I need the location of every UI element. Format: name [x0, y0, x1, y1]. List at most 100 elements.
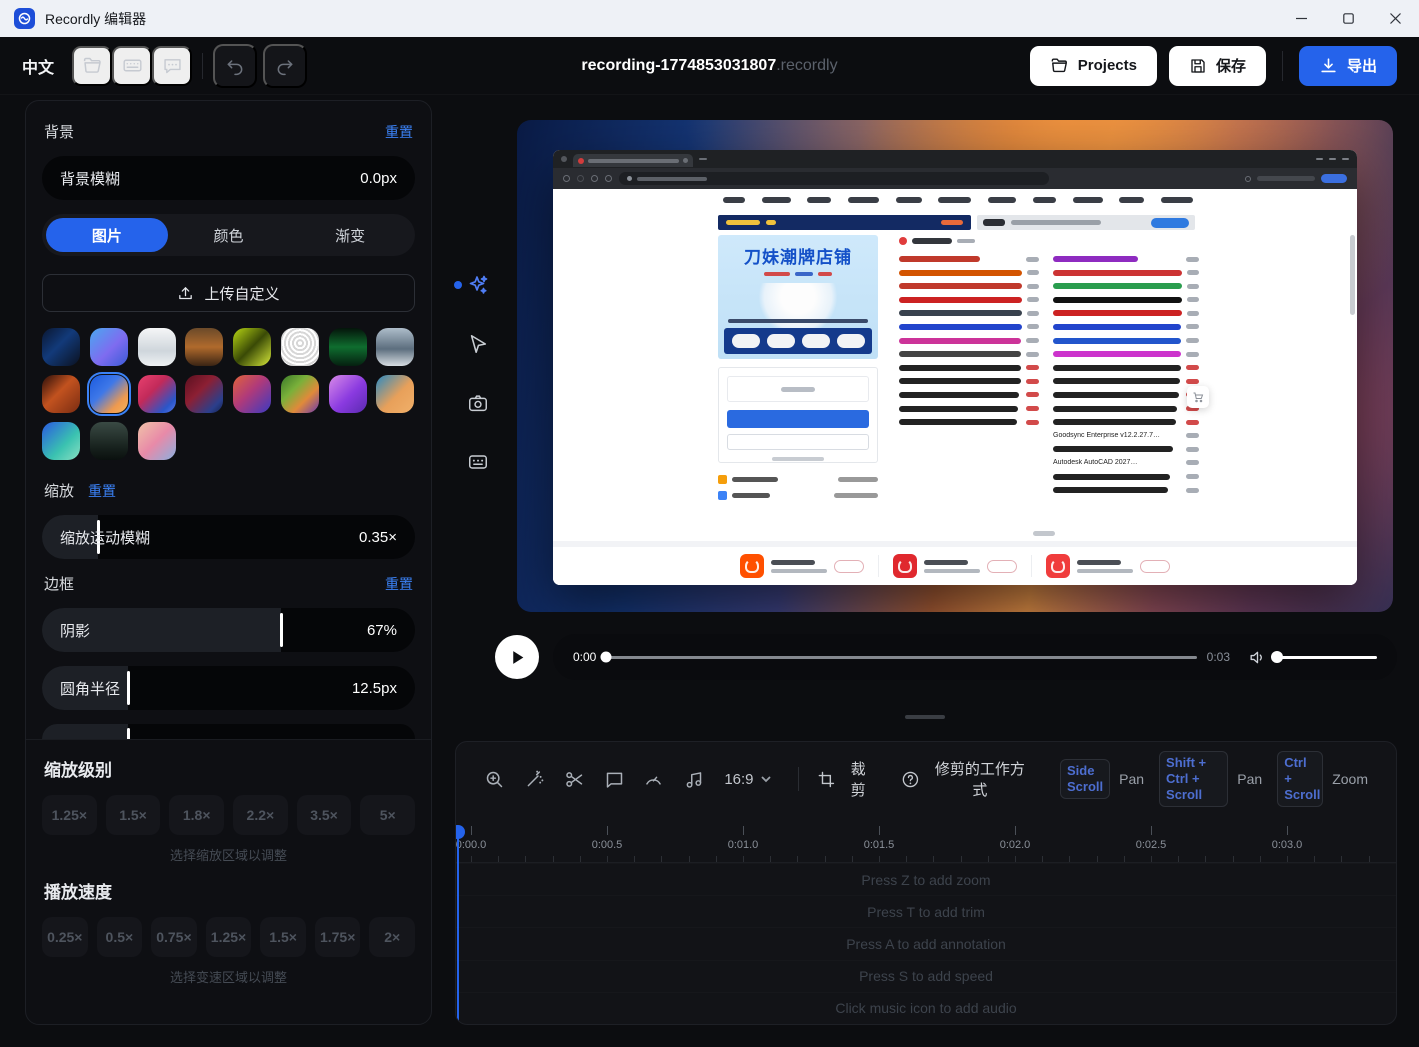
- open-project-folder-button[interactable]: [72, 46, 112, 86]
- close-button[interactable]: [1372, 0, 1419, 37]
- border-section-title: 边框: [44, 573, 74, 594]
- product-link-row: [1053, 473, 1199, 481]
- background-thumbnail-white-fingerprint[interactable]: [281, 328, 319, 366]
- language-button[interactable]: 中文: [22, 54, 54, 78]
- background-thumbnail-pink-blue-wave[interactable]: [138, 375, 176, 413]
- playback-speed-option-2[interactable]: 0.75×: [151, 917, 197, 957]
- playback-speed-option-3[interactable]: 1.25×: [206, 917, 252, 957]
- background-thumbnail-green-orange-ridge[interactable]: [281, 375, 319, 413]
- background-thumbnail-winter-lake[interactable]: [376, 328, 414, 366]
- undo-button[interactable]: [213, 44, 257, 88]
- zoom-level-option-1[interactable]: 1.5×: [106, 795, 161, 835]
- tab-background-2[interactable]: 渐变: [289, 218, 411, 252]
- background-thumbnail-matrix-green[interactable]: [329, 328, 367, 366]
- trim-help-button[interactable]: 修剪的工作方式: [901, 758, 1032, 800]
- border-reset-link[interactable]: 重置: [385, 574, 413, 594]
- background-thumbnail-city-aerial-orange[interactable]: [185, 328, 223, 366]
- play-button[interactable]: [495, 635, 539, 679]
- feedback-chat-button[interactable]: [152, 46, 192, 86]
- background-thumbnail-purple-orange-dusk[interactable]: [233, 375, 271, 413]
- camera-icon[interactable]: [458, 390, 498, 416]
- playback-speed-option-4[interactable]: 1.5×: [260, 917, 306, 957]
- product-link-bar: [1053, 270, 1182, 276]
- active-indicator-dot: [454, 281, 462, 289]
- background-thumbnail-dark-red-blue-wave[interactable]: [185, 375, 223, 413]
- playback-speed-option-6[interactable]: 2×: [369, 917, 415, 957]
- music-icon[interactable]: [677, 762, 711, 796]
- zoom-level-option-2[interactable]: 1.8×: [169, 795, 224, 835]
- volume-slider[interactable]: [1277, 656, 1377, 659]
- background-thumbnail-violet-bloom[interactable]: [329, 375, 367, 413]
- keyboard-shortcuts-button[interactable]: [112, 46, 152, 86]
- clipped-slider[interactable]: [42, 724, 415, 739]
- zoom-motion-blur-slider[interactable]: 缩放运动模糊 0.35×: [42, 515, 415, 559]
- crop-label: 裁剪: [843, 758, 873, 800]
- playback-speed-option-0[interactable]: 0.25×: [42, 917, 88, 957]
- upload-custom-button[interactable]: 上传自定义: [42, 274, 415, 312]
- cursor-icon[interactable]: [458, 331, 498, 357]
- export-button[interactable]: 导出: [1299, 46, 1397, 86]
- save-button[interactable]: 保存: [1169, 46, 1266, 86]
- background-thumbnail-orange-petals[interactable]: [42, 375, 80, 413]
- store-banner-title: 刀妹潮牌店铺: [718, 243, 878, 268]
- new-tab-plus: [699, 158, 707, 160]
- playback-speed-option-5[interactable]: 1.75×: [315, 917, 361, 957]
- product-link-bar: [1053, 487, 1168, 493]
- background-thumbnail-blue-orange-aurora[interactable]: [90, 375, 128, 413]
- volume-icon[interactable]: [1248, 648, 1267, 667]
- background-thumbnail-blue-teal-flow[interactable]: [42, 422, 80, 460]
- corner-radius-slider[interactable]: 圆角半径 12.5px: [42, 666, 415, 710]
- crop-button[interactable]: 裁剪: [817, 758, 874, 800]
- ai-effects-icon[interactable]: [458, 272, 498, 298]
- aspect-ratio-dropdown[interactable]: 16:9: [724, 771, 771, 788]
- product-price-bar: [1186, 352, 1199, 357]
- store-banner-products: [724, 328, 872, 354]
- filename-base: recording-1774853031807: [581, 57, 776, 74]
- zoom-reset-link[interactable]: 重置: [88, 481, 116, 501]
- background-thumbnail-dark-mountains[interactable]: [90, 422, 128, 460]
- project-filename[interactable]: recording-1774853031807.recordly: [581, 57, 837, 75]
- annotation-icon[interactable]: [597, 762, 631, 796]
- background-reset-link[interactable]: 重置: [385, 122, 413, 142]
- export-label: 导出: [1347, 55, 1377, 76]
- seek-knob[interactable]: [601, 652, 612, 663]
- footer-coupon-button: [1140, 560, 1170, 573]
- speed-gauge-icon[interactable]: [637, 762, 671, 796]
- captions-icon[interactable]: [458, 449, 498, 475]
- add-zoom-icon[interactable]: [478, 762, 512, 796]
- background-blur-slider[interactable]: 背景模糊 0.0px: [42, 156, 415, 200]
- ruler-minor-tick: [716, 856, 717, 862]
- video-preview-canvas[interactable]: 刀妹潮牌店铺: [517, 120, 1393, 612]
- tab-background-1[interactable]: 颜色: [168, 218, 290, 252]
- site-nav-link: [1161, 197, 1193, 203]
- background-thumbnail-lime-abstract[interactable]: [233, 328, 271, 366]
- zoom-level-option-0[interactable]: 1.25×: [42, 795, 97, 835]
- background-thumbnail-pastel-clouds[interactable]: [138, 422, 176, 460]
- promo-banner-gray: [977, 215, 1195, 230]
- timeline-ruler[interactable]: 0:00.00:00.50:01.00:01.50:02.00:02.50:03…: [456, 826, 1396, 863]
- maximize-button[interactable]: [1325, 0, 1372, 37]
- upload-custom-label: 上传自定义: [204, 283, 279, 304]
- volume-knob[interactable]: [1271, 651, 1283, 663]
- ruler-minor-tick: [1287, 856, 1288, 862]
- projects-button[interactable]: Projects: [1030, 46, 1157, 86]
- product-price-bar: [1186, 365, 1199, 370]
- background-thumbnail-snow-mountain[interactable]: [138, 328, 176, 366]
- zoom-level-option-4[interactable]: 3.5×: [297, 795, 352, 835]
- redo-button[interactable]: [263, 44, 307, 88]
- minimize-button[interactable]: [1278, 0, 1325, 37]
- background-thumbnail-blue-purple-glow[interactable]: [90, 328, 128, 366]
- seek-bar[interactable]: [606, 656, 1196, 659]
- zoom-level-option-3[interactable]: 2.2×: [233, 795, 288, 835]
- product-link-row: [1053, 282, 1199, 290]
- tab-background-0[interactable]: 图片: [46, 218, 168, 252]
- trim-scissors-icon[interactable]: [557, 762, 591, 796]
- background-thumbnail-orange-blue-rays[interactable]: [376, 375, 414, 413]
- shadow-slider[interactable]: 阴影 67%: [42, 608, 415, 652]
- ruler-minor-tick: [1314, 856, 1315, 862]
- magic-wand-icon[interactable]: [518, 762, 552, 796]
- background-thumbnail-dark-blue-waves[interactable]: [42, 328, 80, 366]
- zoom-level-option-5[interactable]: 5×: [360, 795, 415, 835]
- panel-resize-handle[interactable]: [905, 715, 945, 719]
- playback-speed-option-1[interactable]: 0.5×: [97, 917, 143, 957]
